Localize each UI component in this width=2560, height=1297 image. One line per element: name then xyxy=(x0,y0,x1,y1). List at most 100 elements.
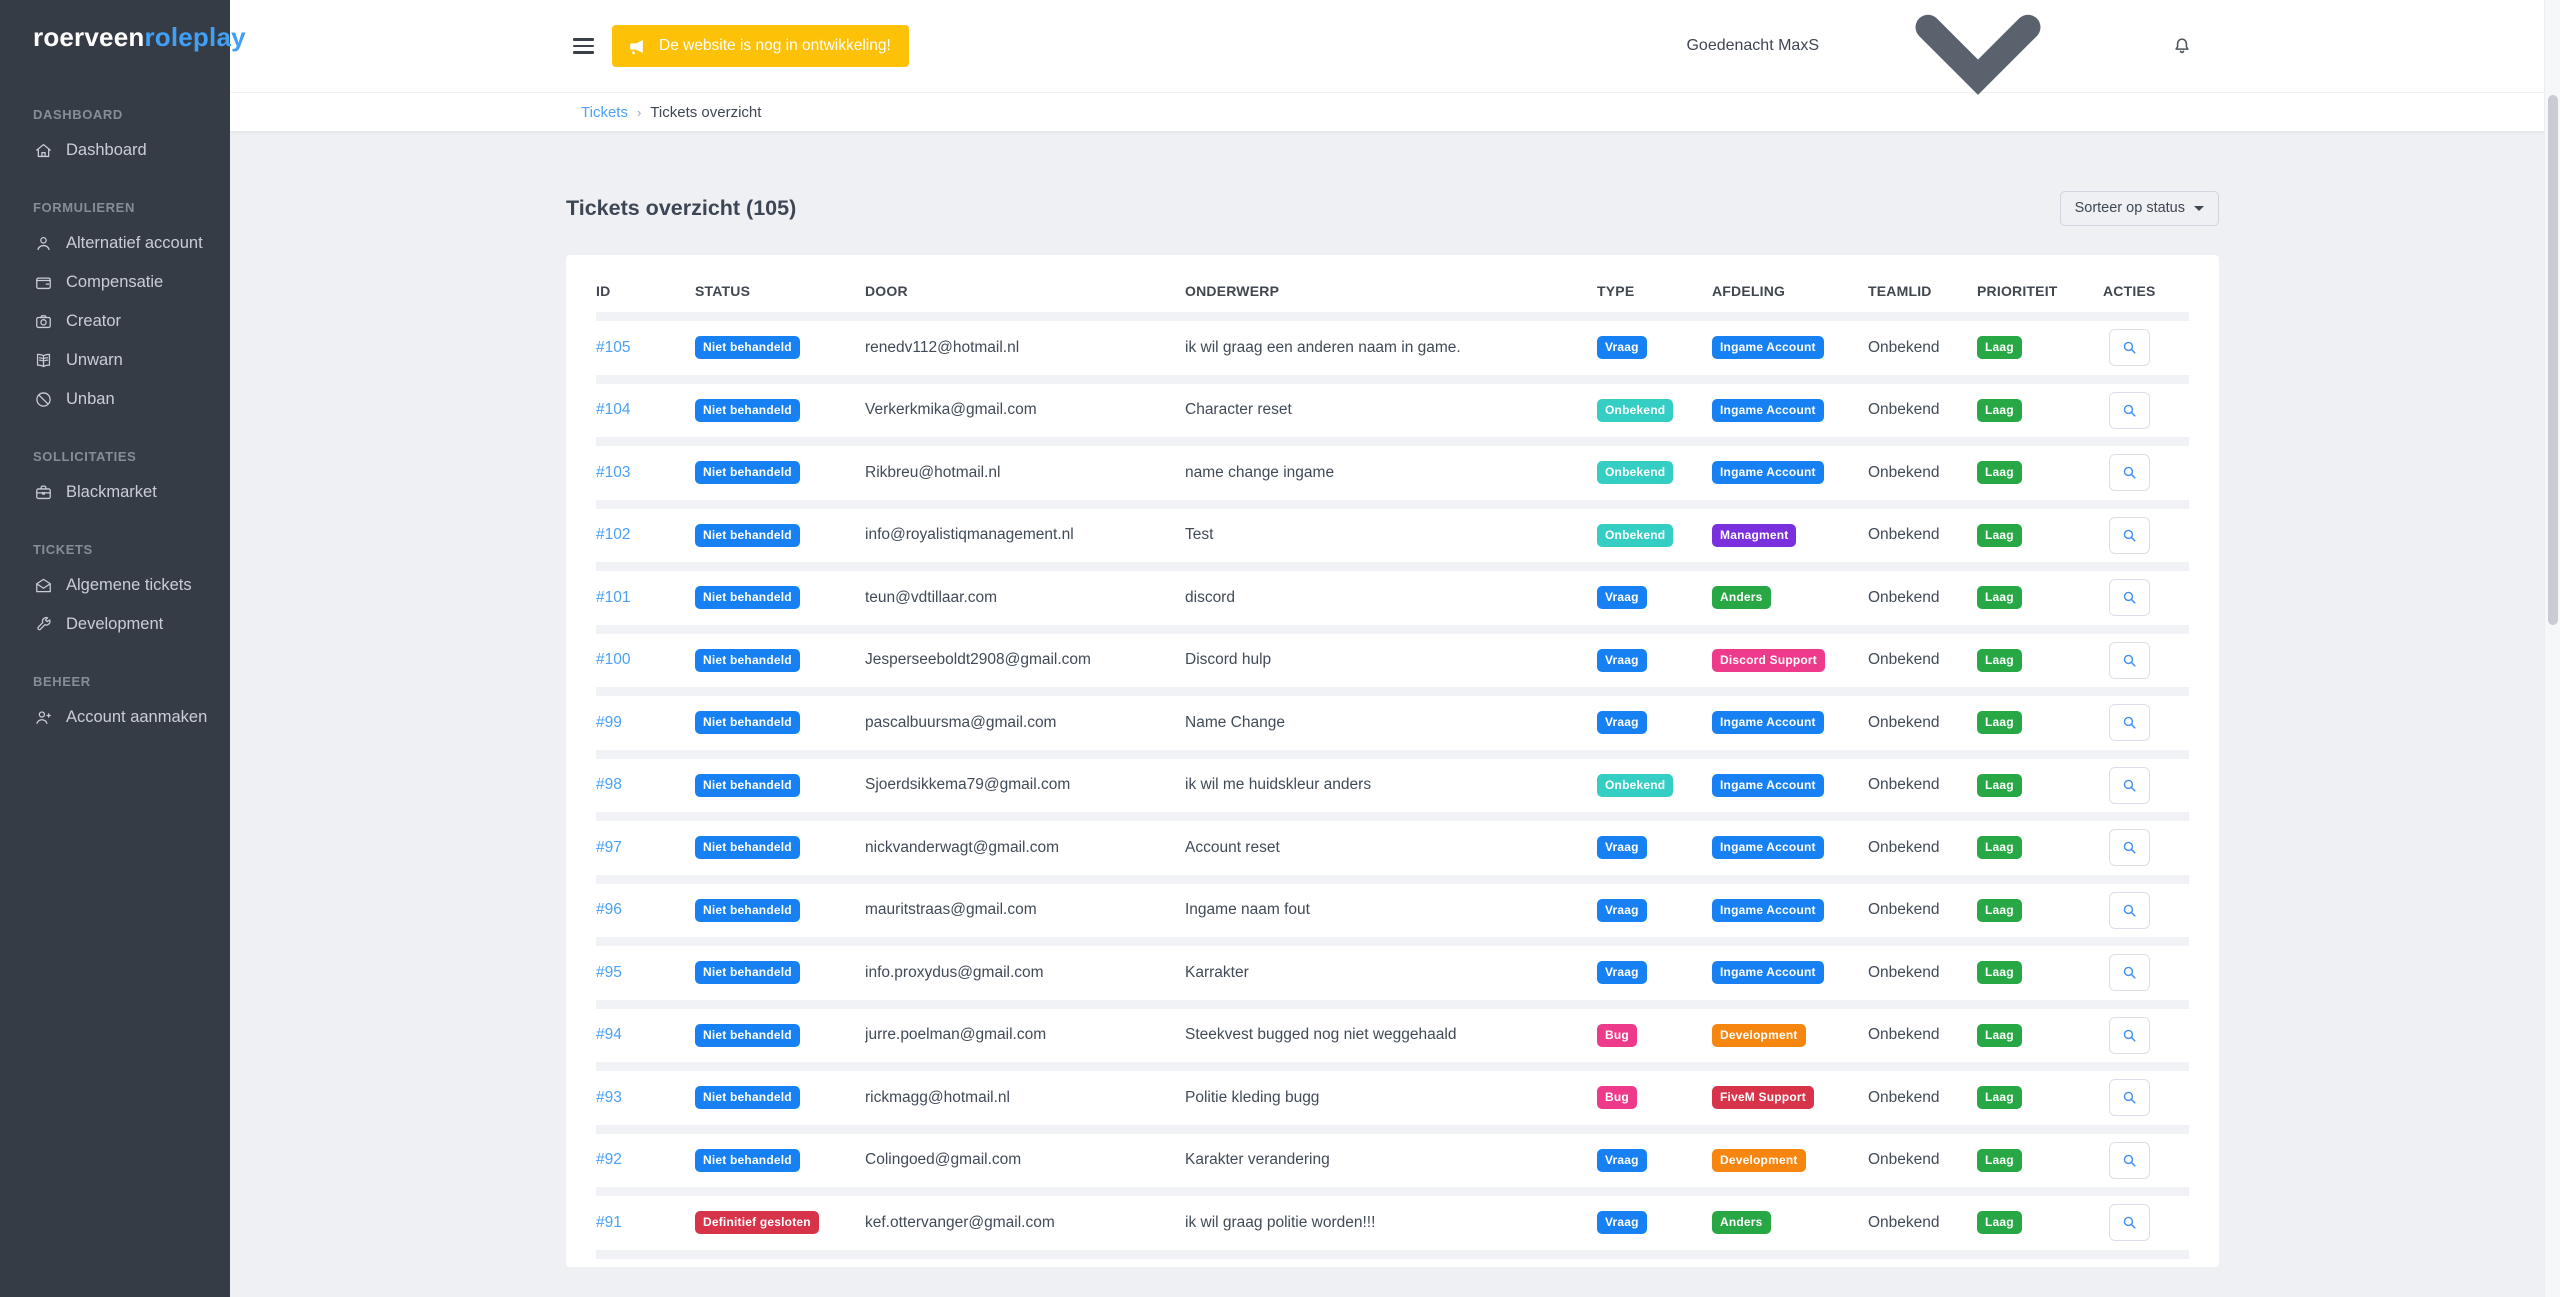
ticket-id-link[interactable]: #103 xyxy=(596,464,630,481)
tickets-table: IDSTATUSDOORONDERWERPTYPEAFDELINGTEAMLID… xyxy=(596,273,2189,1267)
view-ticket-button[interactable] xyxy=(2109,892,2150,929)
prioriteit-badge: Laag xyxy=(1977,1211,2022,1234)
ticket-id-link[interactable]: #94 xyxy=(596,1026,622,1043)
sidebar-item-compensatie[interactable]: Compensatie xyxy=(0,263,230,302)
view-ticket-button[interactable] xyxy=(2109,767,2150,804)
sidebar-item-label: Compensatie xyxy=(66,273,163,292)
onderwerp-text: Steekvest bugged nog niet weggehaald xyxy=(1185,1004,1597,1067)
ticket-id-link[interactable]: #102 xyxy=(596,526,630,543)
sidebar-item-label: Account aanmaken xyxy=(66,708,207,727)
camera-icon xyxy=(33,312,53,332)
type-badge: Onbekend xyxy=(1597,774,1673,797)
wrench-icon xyxy=(33,615,53,635)
afdeling-badge: Ingame Account xyxy=(1712,336,1824,359)
column-header-type: TYPE xyxy=(1597,273,1712,317)
ticket-id-link[interactable]: #104 xyxy=(596,401,630,418)
prioriteit-badge: Laag xyxy=(1977,1024,2022,1047)
view-ticket-button[interactable] xyxy=(2109,1079,2150,1116)
sidebar-item-label: Unwarn xyxy=(66,351,123,370)
view-ticket-button[interactable] xyxy=(2109,704,2150,741)
sidebar-item-label: Algemene tickets xyxy=(66,576,192,595)
sidebar-item-account-aanmaken[interactable]: Account aanmaken xyxy=(0,698,230,737)
status-badge: Definitief gesloten xyxy=(695,1211,819,1234)
onderwerp-text: Karakter verandering xyxy=(1185,1129,1597,1192)
sidebar-item-algemene-tickets[interactable]: Algemene tickets xyxy=(0,566,230,605)
ticket-row-99: #99Niet behandeldpascalbuursma@gmail.com… xyxy=(596,692,2189,755)
ticket-id-link[interactable]: #95 xyxy=(596,964,622,981)
view-ticket-button[interactable] xyxy=(2109,517,2150,554)
scrollbar-thumb[interactable] xyxy=(2548,95,2558,625)
onderwerp-text: Character reset xyxy=(1185,379,1597,442)
view-ticket-button[interactable] xyxy=(2109,1204,2150,1241)
view-ticket-button[interactable] xyxy=(2109,829,2150,866)
sidebar-item-development[interactable]: Development xyxy=(0,605,230,644)
view-ticket-button[interactable] xyxy=(2109,954,2150,991)
ticket-row-90: #90Niet behandeldFabiankruitbosch@gmail.… xyxy=(596,1254,2189,1267)
sidebar-item-creator[interactable]: Creator xyxy=(0,302,230,341)
ticket-id-link[interactable]: #101 xyxy=(596,589,630,606)
view-ticket-button[interactable] xyxy=(2109,642,2150,679)
sidebar-item-dashboard[interactable]: Dashboard xyxy=(0,131,230,170)
afdeling-badge: Ingame Account xyxy=(1712,399,1824,422)
view-ticket-button[interactable] xyxy=(2109,392,2150,429)
onderwerp-text: Karrakter xyxy=(1185,942,1597,1005)
view-ticket-button[interactable] xyxy=(2109,1017,2150,1054)
column-header-prioriteit: PRIORITEIT xyxy=(1977,273,2103,317)
ban-icon xyxy=(33,390,53,410)
view-ticket-button[interactable] xyxy=(2109,1267,2150,1268)
search-icon xyxy=(2121,902,2138,919)
ticket-row-102: #102Niet behandeldinfo@royalistiqmanagem… xyxy=(596,504,2189,567)
app-logo[interactable]: roerveenroleplay xyxy=(0,0,230,63)
user-menu[interactable]: Goedenacht MaxS xyxy=(1686,0,2128,196)
ticket-id-link[interactable]: #99 xyxy=(596,714,622,731)
sidebar-section-label: DASHBOARD xyxy=(0,99,230,131)
teamlid-text: Onbekend xyxy=(1868,817,1977,880)
type-badge: Vraag xyxy=(1597,899,1647,922)
ticket-id-link[interactable]: #100 xyxy=(596,651,630,668)
door-email: Jesperseeboldt2908@gmail.com xyxy=(865,629,1185,692)
search-icon xyxy=(2121,527,2138,544)
onderwerp-text: Discord hulp xyxy=(1185,629,1597,692)
type-badge: Bug xyxy=(1597,1086,1637,1109)
main-area: De website is nog in ontwikkeling! Goede… xyxy=(230,0,2560,1267)
ticket-id-link[interactable]: #93 xyxy=(596,1089,622,1106)
status-badge: Niet behandeld xyxy=(695,586,800,609)
door-email: info.proxydus@gmail.com xyxy=(865,942,1185,1005)
ticket-id-link[interactable]: #97 xyxy=(596,839,622,856)
breadcrumb-link-tickets[interactable]: Tickets xyxy=(581,104,628,121)
teamlid-text: Onbekend xyxy=(1868,1004,1977,1067)
sidebar-item-blackmarket[interactable]: Blackmarket xyxy=(0,473,230,512)
teamlid-text: Onbekend xyxy=(1868,942,1977,1005)
sidebar-item-unwarn[interactable]: Unwarn xyxy=(0,341,230,380)
teamlid-text: Onbekend xyxy=(1868,567,1977,630)
logo-part-1: roerveen xyxy=(33,22,144,52)
breadcrumb: Tickets › Tickets overzicht xyxy=(230,93,2560,131)
afdeling-badge: Ingame Account xyxy=(1712,961,1824,984)
afdeling-badge: Ingame Account xyxy=(1712,774,1824,797)
prioriteit-badge: Laag xyxy=(1977,649,2022,672)
sidebar-item-alternatief-account[interactable]: Alternatief account xyxy=(0,224,230,263)
ticket-row-104: #104Niet behandeldVerkerkmika@gmail.comC… xyxy=(596,379,2189,442)
view-ticket-button[interactable] xyxy=(2109,329,2150,366)
search-icon xyxy=(2121,464,2138,481)
ticket-id-link[interactable]: #105 xyxy=(596,339,630,356)
sidebar-section-beheer: BEHEER Account aanmaken xyxy=(0,666,230,737)
ticket-id-link[interactable]: #92 xyxy=(596,1151,622,1168)
column-header-teamlid: TEAMLID xyxy=(1868,273,1977,317)
view-ticket-button[interactable] xyxy=(2109,579,2150,616)
ticket-id-link[interactable]: #96 xyxy=(596,901,622,918)
ticket-id-link[interactable]: #98 xyxy=(596,776,622,793)
sidebar-item-unban[interactable]: Unban xyxy=(0,380,230,419)
bell-icon[interactable] xyxy=(2171,35,2193,57)
menu-icon[interactable] xyxy=(573,38,594,54)
sidebar-nav: DASHBOARDDashboard FORMULIERENAlternatief… xyxy=(0,63,230,737)
view-ticket-button[interactable] xyxy=(2109,1142,2150,1179)
sidebar-section-formulieren: FORMULIERENAlternatief accountCompensati… xyxy=(0,192,230,419)
afdeling-badge: Ingame Account xyxy=(1712,461,1824,484)
view-ticket-button[interactable] xyxy=(2109,454,2150,491)
ticket-id-link[interactable]: #91 xyxy=(596,1214,622,1231)
onderwerp-text: ik wil graag een anderen naam in game. xyxy=(1185,317,1597,380)
page-title: Tickets overzicht (105) xyxy=(566,196,796,221)
sidebar-section-label: BEHEER xyxy=(0,666,230,698)
type-badge: Vraag xyxy=(1597,961,1647,984)
